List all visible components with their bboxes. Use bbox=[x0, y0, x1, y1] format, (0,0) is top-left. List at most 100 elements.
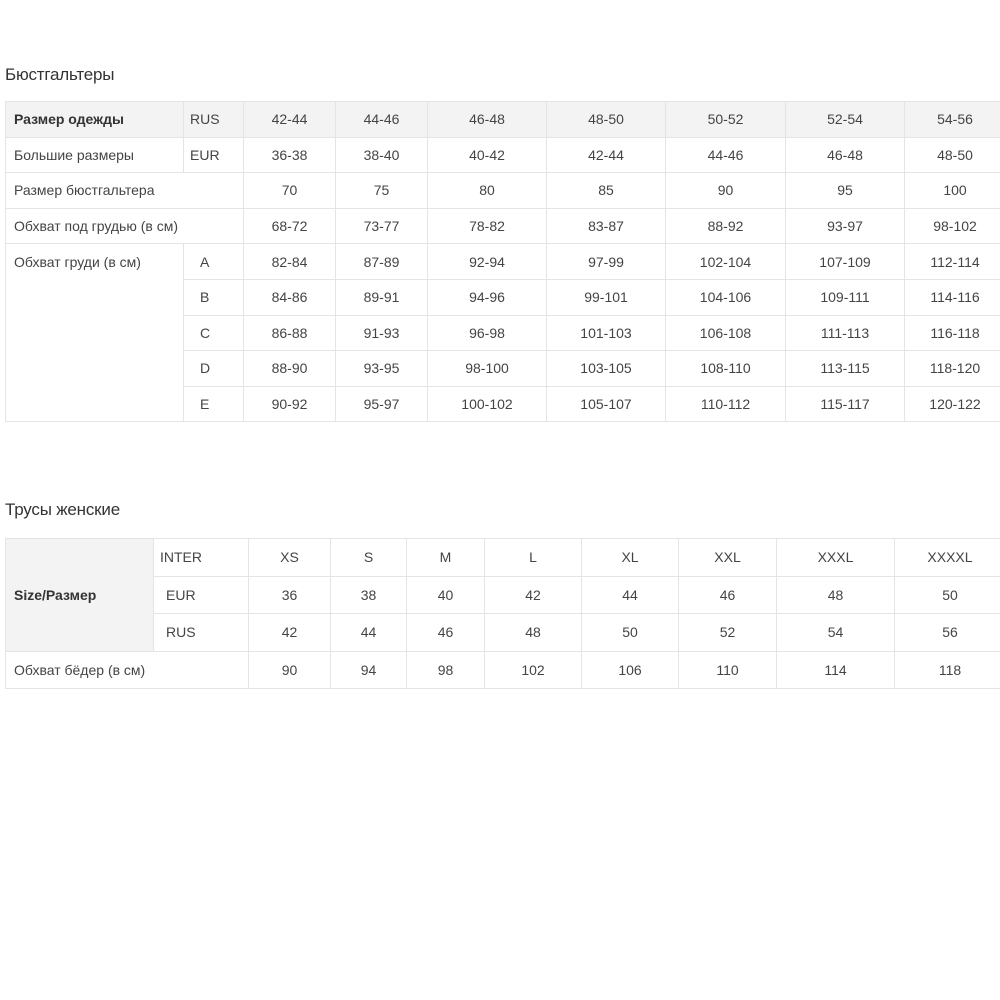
table-cell: 97-99 bbox=[546, 243, 666, 280]
bra-size-table: Размер одежды RUS 42-44 44-46 46-48 48-5… bbox=[5, 101, 1000, 423]
table-row: EUR 36 38 40 42 44 46 48 50 bbox=[6, 575, 1000, 614]
table-cell: 42 bbox=[248, 613, 331, 652]
table-cell: XL bbox=[581, 538, 679, 577]
table-cell: 118 bbox=[894, 650, 1000, 689]
table-cell: 98-100 bbox=[427, 350, 547, 387]
table-cell: 98 bbox=[406, 650, 485, 689]
table-cell: 86-88 bbox=[243, 314, 336, 352]
table-cell: 110-112 bbox=[665, 385, 786, 423]
size-system-code: RUS bbox=[183, 101, 244, 138]
panties-section-title: Трусы женские bbox=[5, 500, 120, 519]
table-cell: 56 bbox=[894, 613, 1000, 652]
table-cell: 87-89 bbox=[335, 243, 428, 280]
table-cell: 80 bbox=[427, 172, 547, 209]
table-cell: 99-101 bbox=[546, 278, 666, 316]
table-cell: 90 bbox=[665, 172, 786, 209]
table-row: C 86-88 91-93 96-98 101-103 106-108 111-… bbox=[5, 314, 1000, 352]
bra-section-title: Бюстгальтеры bbox=[5, 65, 115, 84]
empty-cell bbox=[5, 315, 184, 351]
empty-cell bbox=[5, 386, 184, 423]
table-cell: 46 bbox=[678, 575, 777, 614]
table-cell: 42-44 bbox=[243, 101, 336, 138]
table-cell: 73-77 bbox=[335, 207, 428, 245]
table-cell: 46-48 bbox=[785, 136, 905, 174]
table-cell: XXXXL bbox=[894, 538, 1000, 577]
table-cell: XXXL bbox=[776, 538, 895, 577]
table-row: Обхват бёдер (в см) 90 94 98 102 106 110… bbox=[5, 650, 1000, 689]
table-cell: M bbox=[406, 538, 485, 577]
table-cell: 54 bbox=[776, 613, 895, 652]
table-cell: 44-46 bbox=[335, 101, 428, 138]
panties-size-table: Size/Размер INTER XS S M L XL XXL XXXL X… bbox=[5, 538, 1000, 689]
table-cell: 91-93 bbox=[335, 314, 428, 352]
cup-label: E bbox=[183, 385, 244, 423]
table-cell: 106 bbox=[581, 650, 679, 689]
table-cell: 89-91 bbox=[335, 278, 428, 316]
table-cell: 52-54 bbox=[785, 101, 905, 138]
table-cell: 116-118 bbox=[904, 314, 1000, 352]
table-cell: 50 bbox=[894, 575, 1000, 614]
table-cell: 95 bbox=[785, 172, 905, 209]
table-cell: 103-105 bbox=[546, 350, 666, 387]
table-row: Большие размеры EUR 36-38 38-40 40-42 42… bbox=[5, 136, 1000, 174]
table-cell: 50 bbox=[581, 613, 679, 652]
table-cell: 112-114 bbox=[904, 243, 1000, 280]
table-cell: 48 bbox=[484, 613, 582, 652]
table-cell: S bbox=[330, 538, 407, 577]
table-cell: 93-97 bbox=[785, 207, 905, 245]
table-cell: 85 bbox=[546, 172, 666, 209]
table-cell: 113-115 bbox=[785, 350, 905, 387]
table-cell: 84-86 bbox=[243, 278, 336, 316]
row-label-large-sizes: Большие размеры bbox=[5, 136, 184, 174]
table-cell: 52 bbox=[678, 613, 777, 652]
table-cell: 104-106 bbox=[665, 278, 786, 316]
cup-label: D bbox=[183, 350, 244, 387]
table-cell: 101-103 bbox=[546, 314, 666, 352]
table-cell: 102 bbox=[484, 650, 582, 689]
cup-label: B bbox=[183, 278, 244, 316]
size-system-code: EUR bbox=[153, 575, 249, 614]
table-cell: 109-111 bbox=[785, 278, 905, 316]
table-cell: 40 bbox=[406, 575, 485, 614]
row-label-size: Size/Размер bbox=[5, 538, 154, 652]
table-cell: 46 bbox=[406, 613, 485, 652]
table-cell: 70 bbox=[243, 172, 336, 209]
table-cell: 100 bbox=[904, 172, 1000, 209]
table-cell: 96-98 bbox=[427, 314, 547, 352]
empty-cell bbox=[5, 279, 184, 316]
table-cell: 90 bbox=[248, 650, 331, 689]
table-cell: 93-95 bbox=[335, 350, 428, 387]
table-cell: 114-116 bbox=[904, 278, 1000, 316]
table-cell: 83-87 bbox=[546, 207, 666, 245]
table-cell: 88-90 bbox=[243, 350, 336, 387]
table-row: D 88-90 93-95 98-100 103-105 108-110 113… bbox=[5, 350, 1000, 387]
table-cell: 90-92 bbox=[243, 385, 336, 423]
table-cell: XS bbox=[248, 538, 331, 577]
cup-label: C bbox=[183, 314, 244, 352]
table-cell: 118-120 bbox=[904, 350, 1000, 387]
table-row: Размер бюстгальтера 70 75 80 85 90 95 10… bbox=[5, 172, 1000, 209]
table-cell: 106-108 bbox=[665, 314, 786, 352]
row-label-bust: Обхват груди (в см) bbox=[5, 243, 184, 280]
table-cell: 115-117 bbox=[785, 385, 905, 423]
table-cell: 94 bbox=[330, 650, 407, 689]
table-row: E 90-92 95-97 100-102 105-107 110-112 11… bbox=[5, 385, 1000, 423]
table-cell: XXL bbox=[678, 538, 777, 577]
table-cell: 98-102 bbox=[904, 207, 1000, 245]
table-cell: 36-38 bbox=[243, 136, 336, 174]
row-label-hips: Обхват бёдер (в см) bbox=[5, 650, 249, 689]
table-cell: 92-94 bbox=[427, 243, 547, 280]
table-cell: 48-50 bbox=[546, 101, 666, 138]
table-cell: 111-113 bbox=[785, 314, 905, 352]
row-label-clothing-size: Размер одежды bbox=[5, 101, 184, 138]
table-row: RUS 42 44 46 48 50 52 54 56 bbox=[6, 613, 1000, 652]
size-system-code: RUS bbox=[153, 613, 249, 652]
table-cell: 114 bbox=[776, 650, 895, 689]
row-label-bra-size: Размер бюстгальтера bbox=[5, 172, 244, 209]
table-cell: 40-42 bbox=[427, 136, 547, 174]
table-cell: 105-107 bbox=[546, 385, 666, 423]
table-cell: 50-52 bbox=[665, 101, 786, 138]
table-cell: 48 bbox=[776, 575, 895, 614]
table-cell: 44 bbox=[581, 575, 679, 614]
table-cell: 54-56 bbox=[904, 101, 1000, 138]
